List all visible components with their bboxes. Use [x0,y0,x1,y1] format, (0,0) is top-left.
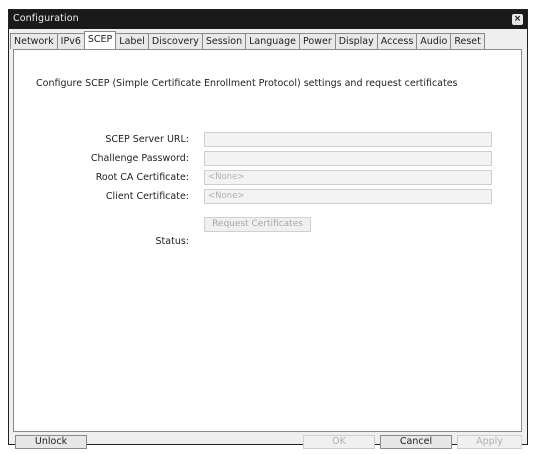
close-icon[interactable]: × [512,14,523,25]
scep-server-url-field[interactable] [204,132,492,147]
client-certificate-label: Client Certificate: [105,191,189,202]
scep-panel: Configure SCEP (Simple Certificate Enrol… [13,49,522,432]
apply-button[interactable]: Apply [457,435,522,449]
client-certificate-field: <None> [204,189,492,204]
challenge-password-label: Challenge Password: [90,153,189,164]
tab-discovery[interactable]: Discovery [147,33,203,49]
tab-session[interactable]: Session [201,33,247,49]
tab-reset[interactable]: Reset [450,33,485,49]
challenge-password-field[interactable] [204,151,492,166]
tab-ipv6[interactable]: IPv6 [56,33,85,49]
tab-network[interactable]: Network [10,33,58,49]
tab-scep[interactable]: SCEP [83,31,117,49]
root-ca-certificate-field: <None> [204,170,492,185]
unlock-button[interactable]: Unlock [15,435,87,449]
tab-display[interactable]: Display [334,33,378,49]
cancel-button[interactable]: Cancel [380,435,452,449]
tab-audio[interactable]: Audio [416,33,452,49]
tab-power[interactable]: Power [299,33,336,49]
tab-language[interactable]: Language [245,33,300,49]
tab-access[interactable]: Access [376,33,418,49]
scep-server-url-label: SCEP Server URL: [105,134,189,145]
title-bar: Configuration × [9,10,527,29]
window-title: Configuration [13,13,79,24]
tab-label[interactable]: Label [115,33,149,49]
request-certificates-button[interactable]: Request Certificates [204,217,311,232]
root-ca-certificate-label: Root CA Certificate: [95,172,189,183]
tab-bar: Network IPv6 SCEP Label Discovery Sessio… [10,31,485,49]
status-label: Status: [155,236,189,247]
ok-button[interactable]: OK [303,435,375,449]
scep-description: Configure SCEP (Simple Certificate Enrol… [36,78,458,89]
configuration-window: Configuration × Network IPv6 SCEP Label … [8,9,528,449]
